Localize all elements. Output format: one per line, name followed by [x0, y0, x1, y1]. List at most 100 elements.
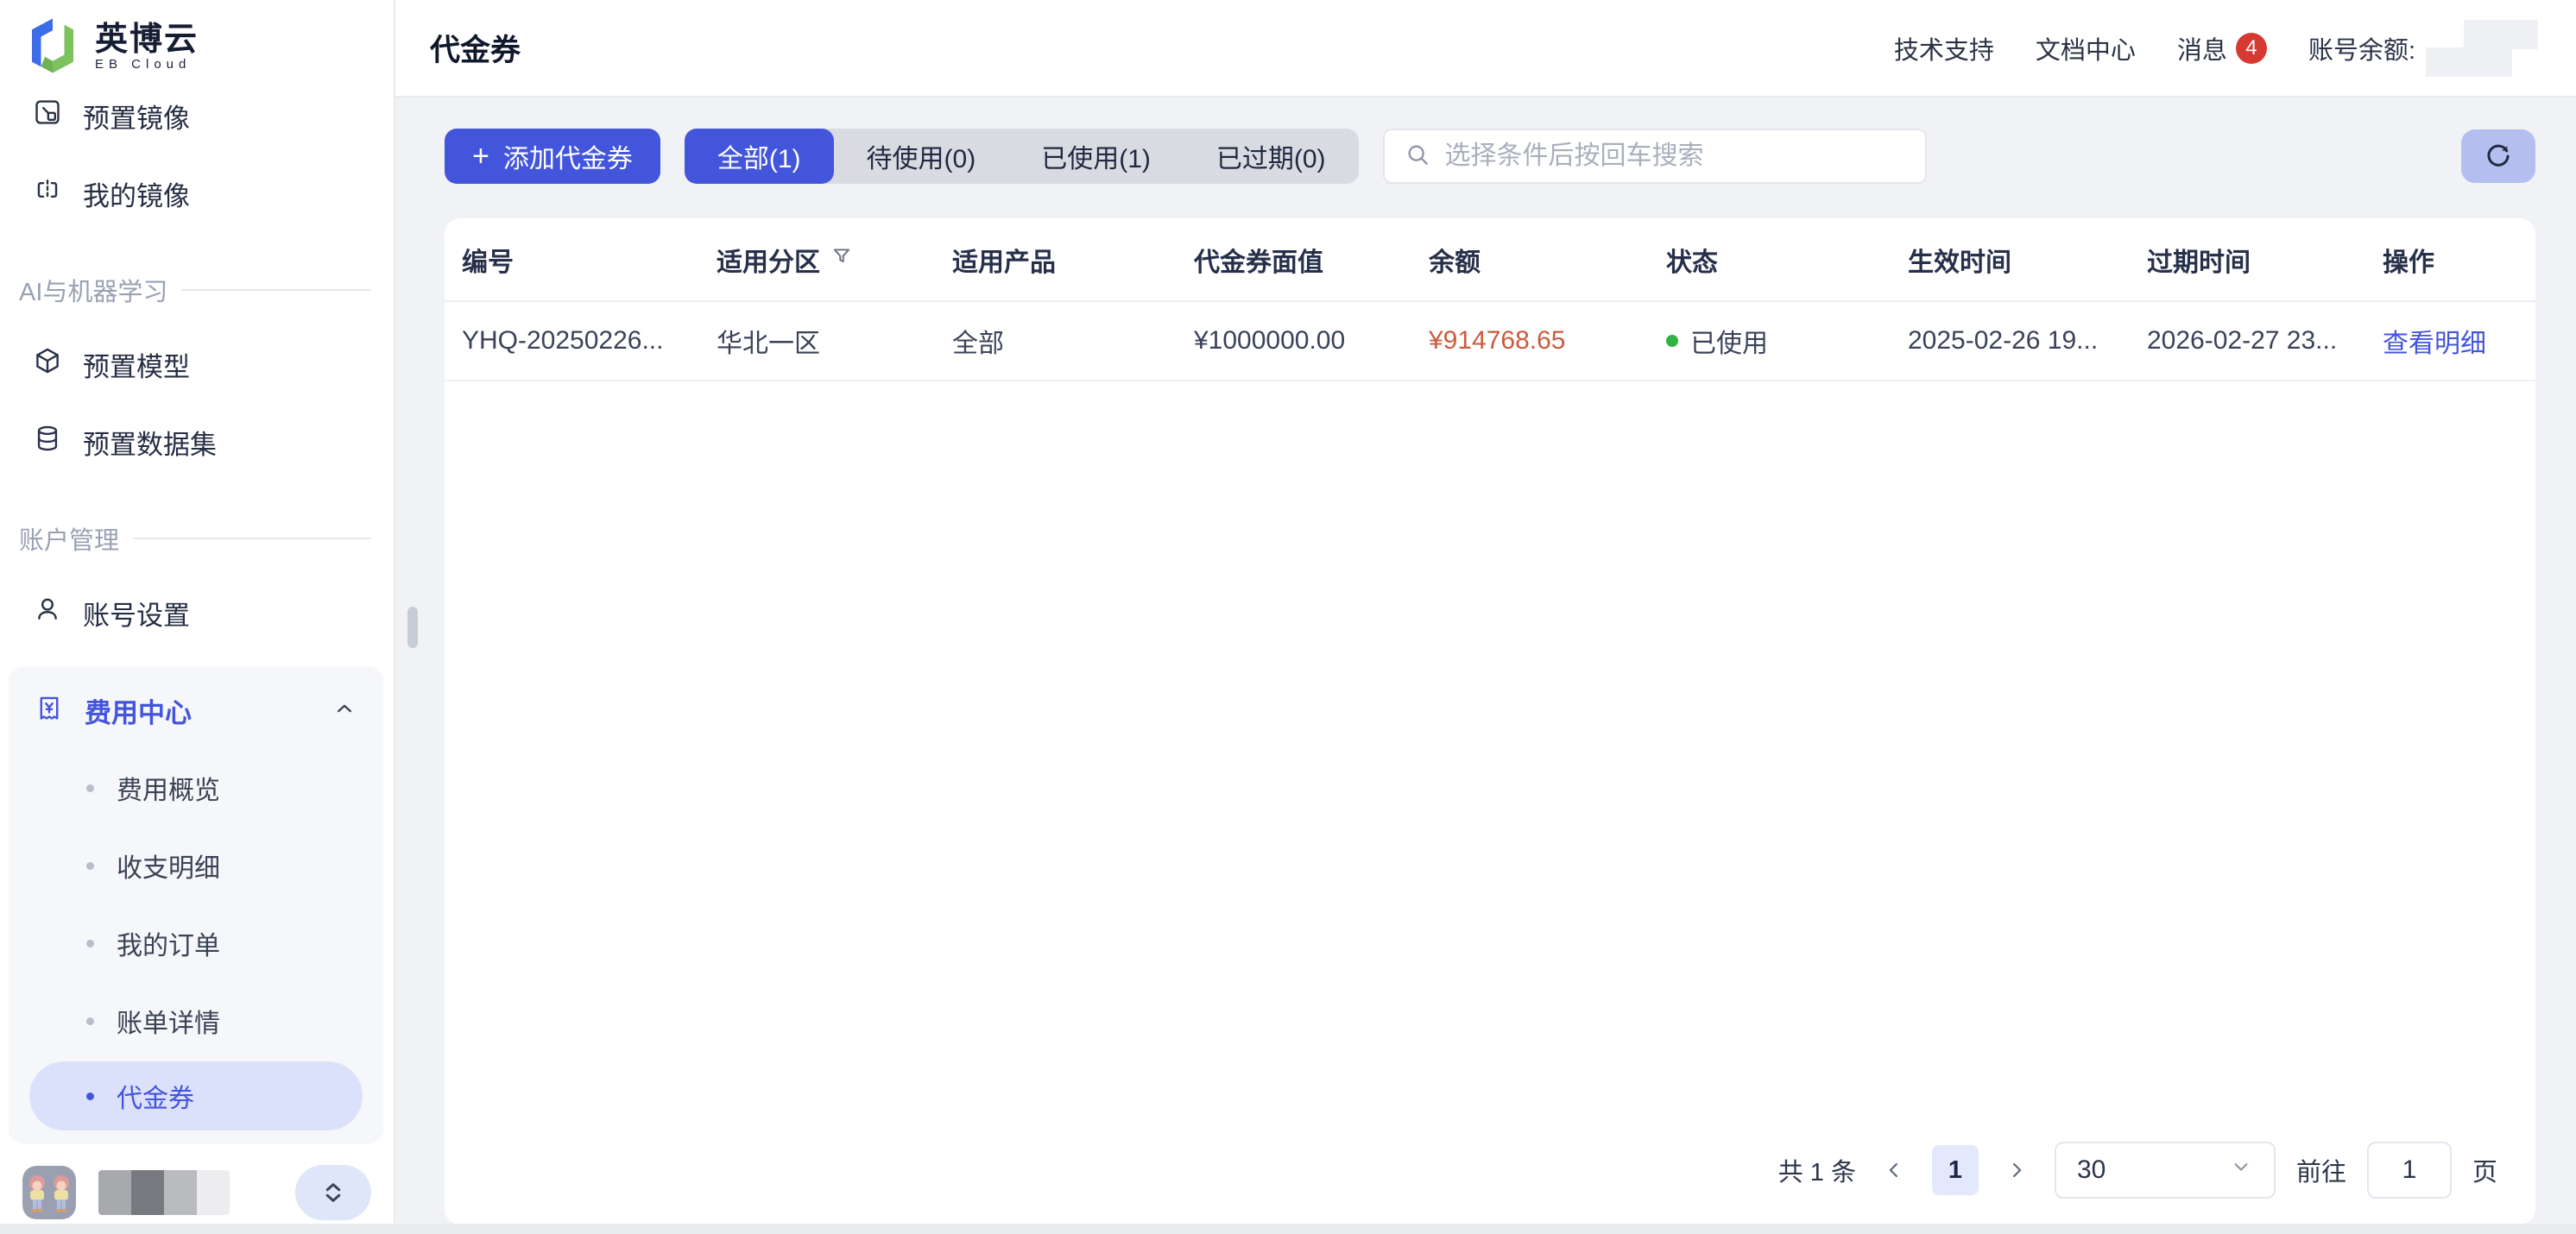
col-id: 编号	[462, 241, 717, 279]
main-area: 代金券 技术支持 文档中心 消息 4 账号余额: + 添加代金券 全部(	[395, 0, 2576, 1234]
bottom-edge-band	[0, 1224, 2576, 1234]
sidebar-scrollbar[interactable]	[407, 607, 418, 648]
pagination-total: 共 1 条	[1778, 1152, 1856, 1188]
bullet-icon	[86, 784, 94, 792]
search-icon	[1404, 141, 1431, 173]
sidebar-item-my-images[interactable]: 我的镜像	[0, 169, 394, 217]
filter-icon[interactable]	[830, 245, 853, 274]
sidebar-item-account-settings[interactable]: 账号设置	[0, 589, 394, 637]
preset-image-icon	[33, 98, 62, 134]
col-zone-label: 适用分区	[717, 241, 820, 279]
search-box	[1383, 129, 1927, 184]
user-icon	[33, 595, 62, 631]
cell-effective-time: 2025-02-26 19...	[1908, 326, 2147, 356]
table-header-row: 编号 适用分区 适用产品 代金券面值 余额 状态 生效时间 过期时间 操作	[445, 218, 2535, 302]
col-expire-time: 过期时间	[2147, 241, 2383, 279]
bullet-icon	[86, 1017, 94, 1025]
add-voucher-label: 添加代金券	[503, 137, 633, 175]
goto-label: 前往	[2296, 1152, 2346, 1188]
col-zone: 适用分区	[717, 241, 952, 279]
next-page-button[interactable]	[1999, 1146, 2034, 1194]
cell-product: 全部	[952, 322, 1194, 360]
sidebar-nav: 预置镜像 我的镜像 AI与机器学习	[0, 76, 394, 1144]
section-label: AI与机器学习	[19, 272, 167, 308]
sidebar-item-label: 收支明细	[117, 847, 220, 885]
sidebar-item-label: 代金券	[117, 1077, 194, 1115]
receipt-yen-icon	[35, 694, 64, 727]
chevron-up-icon[interactable]	[331, 696, 357, 726]
status-dot-icon	[1666, 335, 1678, 347]
tab-all[interactable]: 全部(1)	[685, 129, 834, 184]
sidebar-item-preset-models[interactable]: 预置模型	[0, 340, 394, 388]
cell-face-value: ¥1000000.00	[1194, 326, 1429, 356]
sidebar-item-label: 预置数据集	[83, 423, 217, 462]
add-voucher-button[interactable]: + 添加代金券	[445, 129, 660, 184]
sidebar-item-billing-center[interactable]: 费用中心	[9, 683, 383, 737]
col-actions: 操作	[2383, 241, 2518, 279]
sidebar-item-bill-details[interactable]: 账单详情	[9, 994, 383, 1048]
account-balance: 账号余额:	[2308, 18, 2538, 79]
brand-logo[interactable]: 英博云 EB Cloud	[0, 0, 394, 76]
sidebar-item-preset-datasets[interactable]: 预置数据集	[0, 418, 394, 466]
status-tab-group: 全部(1) 待使用(0) 已使用(1) 已过期(0)	[685, 129, 1359, 184]
brand-name: 英博云	[95, 22, 199, 57]
bullet-icon	[86, 862, 94, 870]
bullet-icon	[86, 940, 94, 948]
tech-support-link[interactable]: 技术支持	[1894, 30, 1994, 66]
billing-center-group: 费用中心 费用概览 收支明细 我的订单	[9, 666, 383, 1144]
refresh-button[interactable]	[2461, 129, 2535, 183]
avatar[interactable]	[22, 1166, 76, 1219]
tab-unused[interactable]: 待使用(0)	[834, 129, 1009, 184]
sidebar-item-label: 预置镜像	[83, 97, 190, 135]
page-size-value: 30	[2077, 1155, 2106, 1185]
sidebar-item-my-orders[interactable]: 我的订单	[9, 916, 383, 970]
col-effective-time: 生效时间	[1908, 241, 2147, 279]
plus-icon: +	[472, 143, 489, 169]
brand-hexagon-icon	[26, 17, 79, 79]
sidebar-item-label: 我的订单	[117, 924, 220, 962]
database-icon	[33, 424, 62, 460]
pagination: 共 1 条 1 30 前往 页	[445, 1142, 2535, 1225]
cube-icon	[33, 346, 62, 382]
tab-expired[interactable]: 已过期(0)	[1184, 129, 1359, 184]
col-product: 适用产品	[952, 241, 1194, 279]
section-label: 账户管理	[19, 520, 119, 557]
brand-subtitle: EB Cloud	[95, 57, 199, 72]
view-details-link[interactable]: 查看明细	[2383, 322, 2518, 360]
messages-link[interactable]: 消息 4	[2177, 30, 2267, 66]
sidebar: 英博云 EB Cloud 预置镜像	[0, 0, 395, 1234]
table-row: YHQ-20250226... 华北一区 全部 ¥1000000.00 ¥914…	[445, 302, 2535, 381]
page-title: 代金券	[430, 26, 521, 70]
sidebar-item-label: 我的镜像	[83, 174, 190, 213]
sidebar-item-preset-images[interactable]: 预置镜像	[0, 91, 394, 140]
sidebar-item-cost-overview[interactable]: 费用概览	[9, 761, 383, 815]
voucher-table-card: 编号 适用分区 适用产品 代金券面值 余额 状态 生效时间 过期时间 操作	[445, 218, 2535, 1225]
toolbar: + 添加代金券 全部(1) 待使用(0) 已使用(1) 已过期(0)	[445, 129, 2535, 184]
balance-value-redacted	[2426, 18, 2538, 79]
sidebar-section-ai: AI与机器学习	[0, 274, 394, 305]
section-divider	[181, 289, 371, 291]
bullet-icon	[86, 1092, 94, 1100]
refresh-icon	[2482, 140, 2515, 173]
docs-center-link[interactable]: 文档中心	[2036, 30, 2136, 66]
sidebar-item-vouchers[interactable]: 代金券	[29, 1061, 363, 1130]
search-input[interactable]	[1445, 142, 1906, 171]
top-header: 代金券 技术支持 文档中心 消息 4 账号余额:	[395, 0, 2576, 98]
goto-page-input[interactable]	[2367, 1142, 2452, 1199]
sidebar-item-label: 账号设置	[83, 594, 190, 633]
current-page-button[interactable]: 1	[1932, 1145, 1979, 1195]
cell-voucher-id: YHQ-20250226...	[462, 326, 717, 356]
col-face-value: 代金券面值	[1194, 241, 1429, 279]
sidebar-item-label: 费用概览	[117, 769, 220, 807]
app-root: 英博云 EB Cloud 预置镜像	[0, 0, 2576, 1234]
account-switcher-button[interactable]	[295, 1165, 371, 1220]
tab-used[interactable]: 已使用(1)	[1008, 129, 1184, 184]
cell-status: 已使用	[1666, 322, 1908, 360]
my-image-icon	[33, 175, 62, 211]
sidebar-section-account: 账户管理	[0, 523, 394, 554]
sidebar-item-label: 账单详情	[117, 1002, 220, 1040]
sidebar-item-income-expense[interactable]: 收支明细	[9, 839, 383, 892]
page-size-select[interactable]: 30	[2055, 1142, 2276, 1199]
page-unit-label: 页	[2472, 1152, 2497, 1188]
prev-page-button[interactable]	[1877, 1146, 1911, 1194]
